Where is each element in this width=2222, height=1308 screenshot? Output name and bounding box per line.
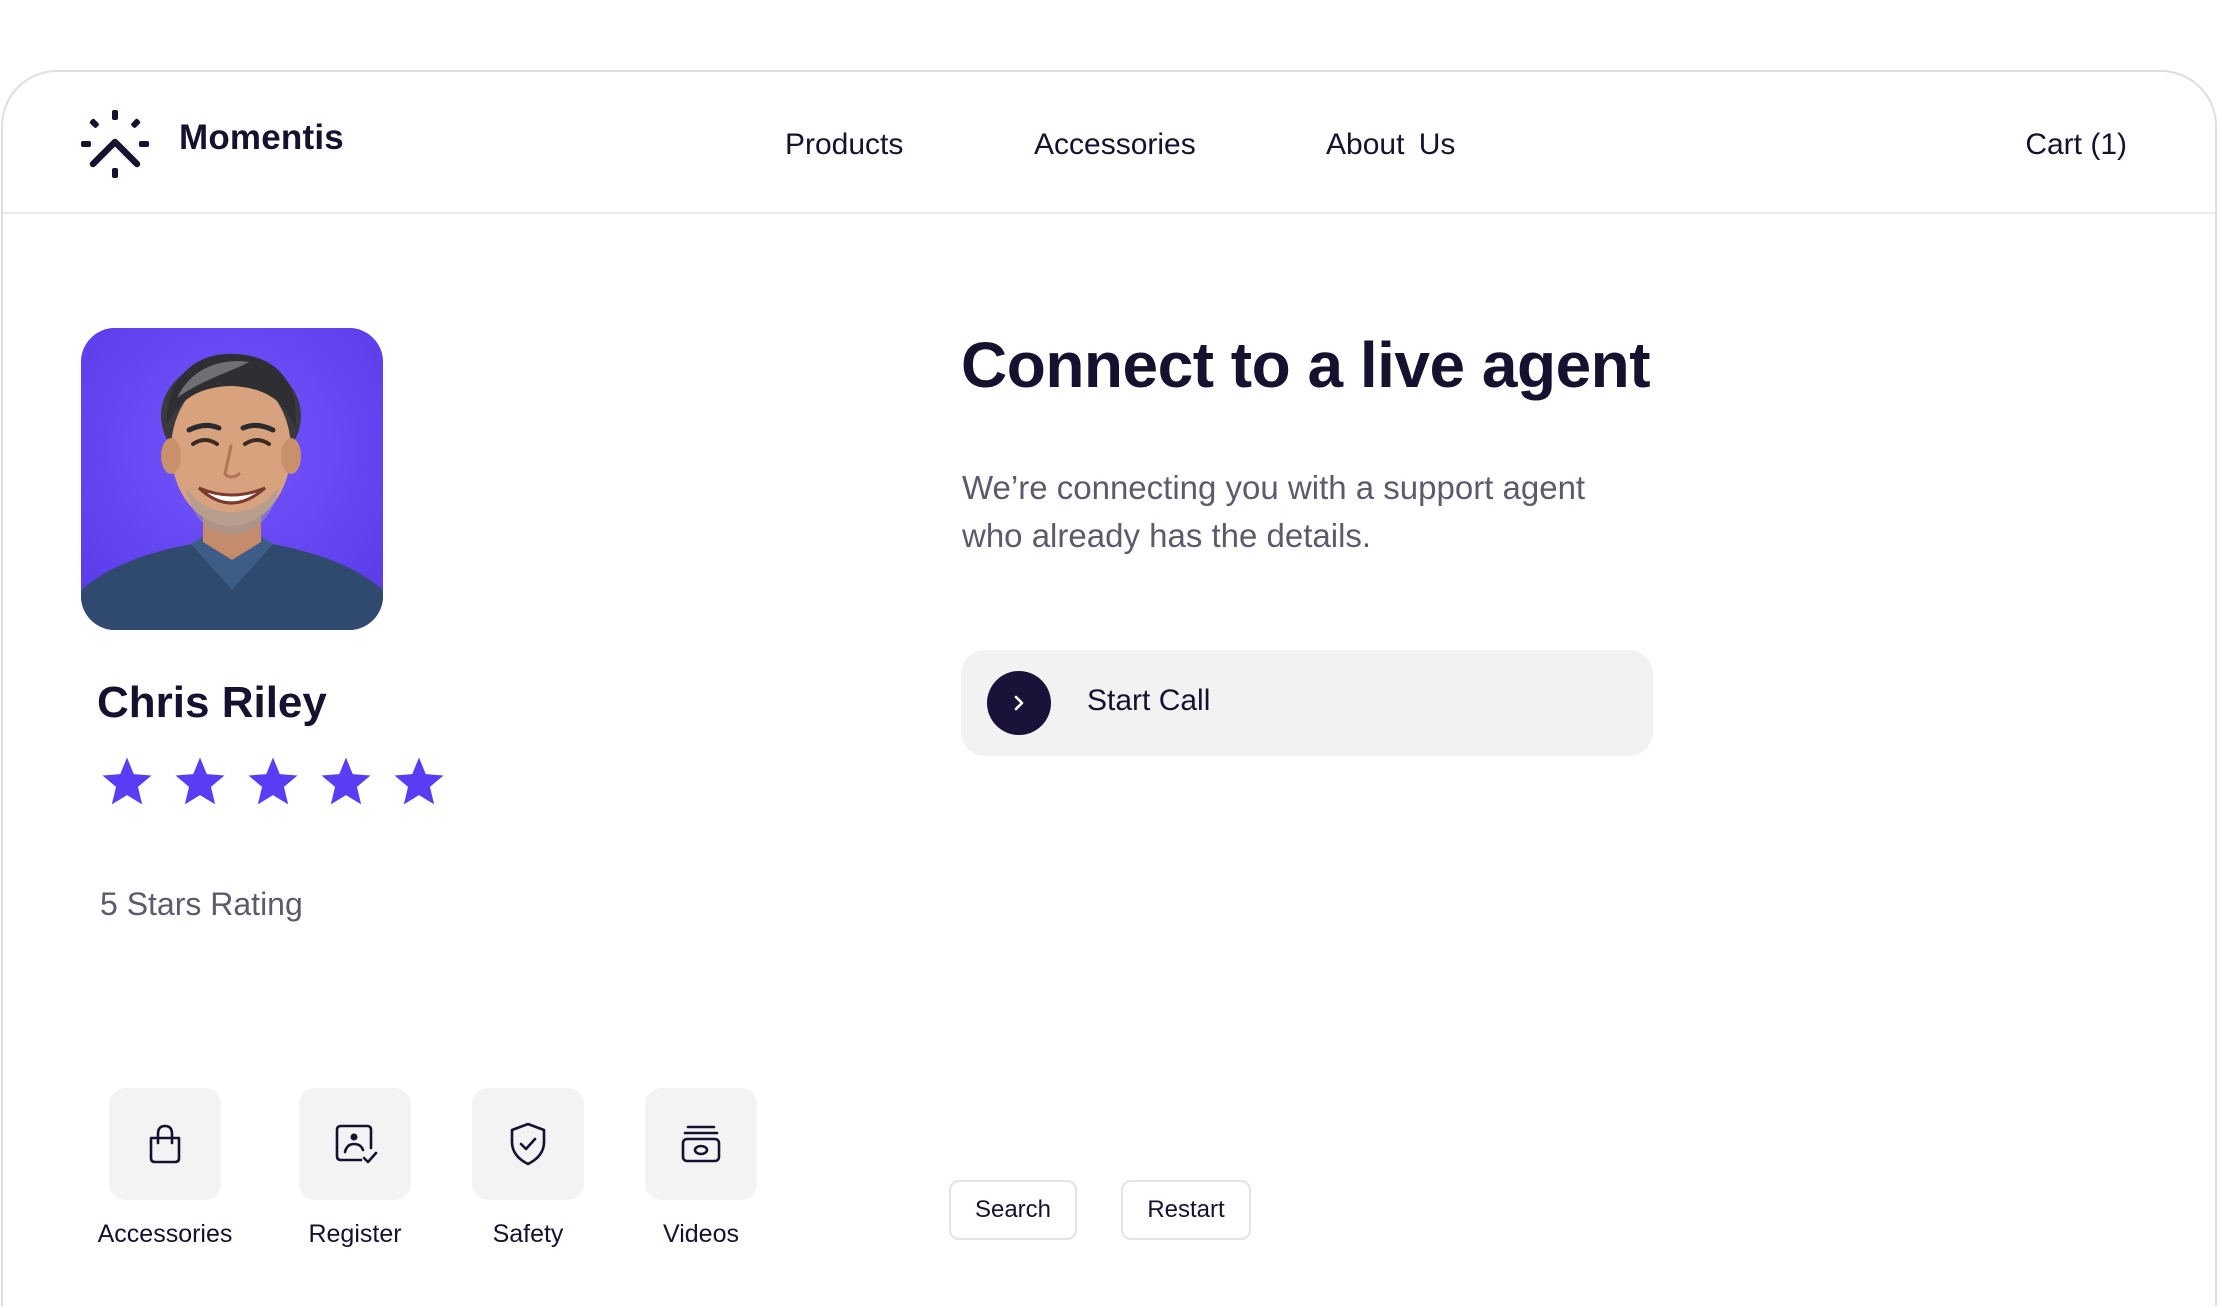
quick-link-register[interactable] (299, 1088, 411, 1200)
nav-accessories[interactable]: Accessories (1034, 128, 1196, 162)
nav-about-us[interactable]: About Us (1326, 128, 1455, 162)
image-check-icon (335, 1124, 378, 1164)
star-icon (248, 757, 298, 805)
nav-products[interactable]: Products (785, 128, 903, 162)
video-stack-icon (681, 1125, 721, 1163)
quick-link-accessories[interactable] (109, 1088, 221, 1200)
start-call-label: Start Call (1087, 684, 1211, 717)
star-icon (175, 757, 225, 805)
quick-link-videos[interactable] (645, 1088, 757, 1200)
search-button[interactable]: Search (949, 1180, 1077, 1240)
site-header: Momentis Products Accessories About Us C… (3, 72, 2215, 214)
star-icon (321, 757, 371, 805)
quick-link-accessories-label[interactable]: Accessories (65, 1220, 265, 1249)
shield-check-icon (510, 1122, 546, 1166)
agent-avatar (81, 328, 383, 630)
quick-link-register-label[interactable]: Register (255, 1220, 455, 1249)
momentis-logo-icon[interactable] (79, 108, 151, 180)
restart-button[interactable]: Restart (1121, 1180, 1251, 1240)
quick-link-safety-label[interactable]: Safety (428, 1220, 628, 1249)
chevron-right-icon (987, 671, 1051, 735)
start-call-button[interactable]: Start Call (961, 650, 1653, 756)
shopping-bag-icon (149, 1124, 181, 1164)
quick-link-safety[interactable] (472, 1088, 584, 1200)
cart-link[interactable]: Cart (1) (2025, 128, 2127, 162)
agent-name: Chris Riley (97, 678, 327, 727)
star-icon (102, 757, 152, 805)
star-rating (99, 754, 447, 810)
star-icon (394, 757, 444, 805)
page-title: Connect to a live agent (961, 329, 1651, 401)
quick-link-videos-label[interactable]: Videos (601, 1220, 801, 1249)
page-subtitle: We’re connecting you with a support agen… (962, 469, 1586, 554)
agent-portrait-icon (81, 328, 383, 630)
brand-name[interactable]: Momentis (179, 118, 344, 158)
app-window: Momentis Products Accessories About Us C… (1, 70, 2217, 1306)
rating-text: 5 Stars Rating (100, 886, 303, 922)
